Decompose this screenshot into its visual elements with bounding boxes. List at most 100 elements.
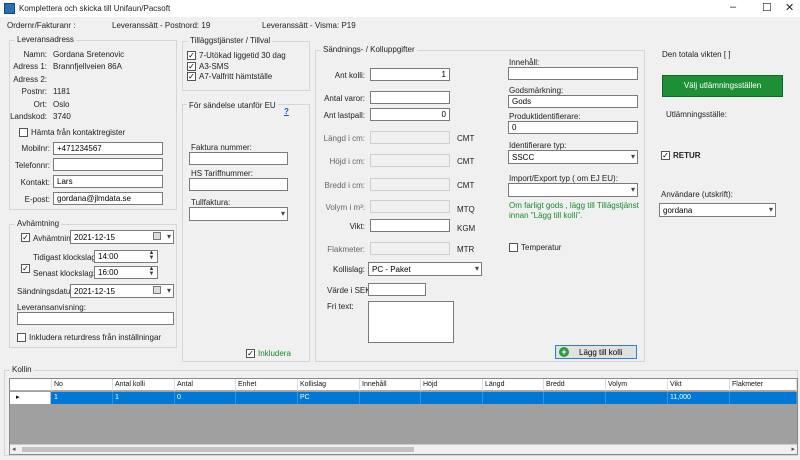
volym-field	[370, 200, 450, 213]
col-header-hojd[interactable]: Höjd	[421, 379, 483, 391]
flakmeter-field	[370, 242, 450, 255]
senast-checkbox[interactable]: ✓	[21, 264, 30, 273]
utlamning-label: Utlämningsställe:	[666, 110, 727, 119]
tullfaktura-select[interactable]: ▾	[189, 207, 288, 221]
minimize-icon[interactable]: –	[730, 1, 736, 13]
table-cell[interactable]	[421, 392, 483, 404]
kollislag-select[interactable]: PC - Paket ▾	[368, 262, 482, 276]
landskod-label: Landskod:	[10, 112, 47, 121]
valj-utlamningsstallen-button[interactable]: Välj utlämningsställen	[662, 75, 783, 97]
adress1-label: Adress 1:	[13, 62, 47, 71]
scrollbar-thumb[interactable]	[22, 447, 414, 452]
godsmarkning-field[interactable]: Gods	[508, 95, 638, 108]
returdress-checkbox[interactable]	[17, 333, 26, 342]
row-selector[interactable]: ▸	[10, 392, 51, 404]
leveransanvisning-field[interactable]	[17, 312, 174, 325]
chevron-down-icon: ▾	[166, 286, 171, 295]
row-header-corner	[10, 379, 52, 391]
ant-lastpall-field[interactable]: 0	[370, 108, 450, 121]
table-cell[interactable]: 11,000	[668, 392, 730, 404]
avhamtning-date-value: 2021-12-15	[74, 233, 115, 242]
col-header-innehall[interactable]: Innehåll	[360, 379, 421, 391]
fritext-field[interactable]	[368, 301, 454, 343]
tidigast-value: 14:00	[98, 252, 119, 261]
col-header-flakmeter[interactable]: Flakmeter	[730, 379, 797, 391]
sandningsdatum-date-picker[interactable]: 2021-12-15 ▾	[70, 284, 174, 298]
table-cell[interactable]	[483, 392, 544, 404]
vikt-unit: KGM	[457, 224, 476, 233]
col-header-enhet[interactable]: Enhet	[236, 379, 298, 391]
col-header-vikt[interactable]: Vikt	[668, 379, 730, 391]
kollislag-value: PC - Paket	[372, 265, 411, 274]
col-header-antal[interactable]: Antal	[175, 379, 236, 391]
senast-field[interactable]: 16:00 ▲ ▼	[94, 266, 158, 279]
maximize-icon[interactable]: ☐	[762, 1, 772, 14]
spinner-icon[interactable]: ▲ ▼	[147, 251, 156, 262]
tillagg-checkbox-2[interactable]: ✓	[187, 62, 196, 71]
lagg-till-kolli-button[interactable]: + Lägg till kolli	[555, 345, 637, 359]
kontakt-field[interactable]: Lars	[53, 175, 163, 188]
antal-varor-field[interactable]	[370, 91, 450, 104]
antal-varor-label: Antal varor:	[324, 94, 365, 103]
col-header-kollislag[interactable]: Kollislag	[298, 379, 360, 391]
hamta-checkbox[interactable]	[19, 128, 28, 137]
inkludera-checkbox[interactable]: ✓	[246, 349, 255, 358]
vikt-field[interactable]	[370, 219, 450, 232]
col-header-bredd[interactable]: Bredd	[544, 379, 606, 391]
horizontal-scrollbar[interactable]: ◂ ▸	[10, 444, 797, 454]
col-header-volym[interactable]: Volym	[606, 379, 668, 391]
avhamtning-checkbox[interactable]: ✓	[21, 233, 30, 242]
telefonnr-field[interactable]	[53, 158, 163, 171]
ant-kolli-field[interactable]: 1	[370, 68, 450, 81]
anvandare-select[interactable]: gordana ▾	[659, 203, 776, 217]
epost-field[interactable]: gordana@jlmdata.se	[53, 192, 163, 205]
inkludera-label: Inkludera	[258, 349, 291, 358]
table-cell[interactable]	[544, 392, 606, 404]
hojd-label: Höjd i cm:	[329, 157, 365, 166]
spinner-icon[interactable]: ▲ ▼	[147, 267, 156, 278]
col-header-no[interactable]: No	[52, 379, 113, 391]
table-cell[interactable]	[730, 392, 797, 404]
table-cell[interactable]: 0	[175, 392, 236, 404]
chevron-down-icon: ▾	[630, 185, 635, 194]
produktid-field[interactable]: 0	[508, 121, 638, 134]
mobilnr-field[interactable]: +471234567	[53, 142, 163, 155]
table-row[interactable]: ▸ 1 1 0 PC 11,000	[10, 392, 797, 404]
innehall-field[interactable]	[508, 67, 638, 80]
hamta-label: Hämta från kontaktregister	[31, 128, 126, 137]
importexport-select[interactable]: ▾	[508, 183, 638, 197]
tillagg-checkbox-1[interactable]: ✓	[187, 51, 196, 60]
retur-checkbox[interactable]: ✓	[661, 151, 670, 160]
vikt-label: Vikt:	[349, 222, 365, 231]
hs-field[interactable]	[189, 178, 288, 191]
table-cell[interactable]: 1	[113, 392, 175, 404]
temperatur-checkbox[interactable]	[509, 243, 518, 252]
table-cell[interactable]	[360, 392, 421, 404]
chevron-down-icon: ▾	[280, 209, 285, 218]
close-icon[interactable]: ✕	[785, 1, 794, 14]
scroll-right-icon[interactable]: ▸	[791, 445, 795, 453]
tillagg-item-3: A7-Valfritt hämtställe	[199, 72, 273, 81]
calendar-icon	[153, 232, 161, 240]
table-cell[interactable]	[236, 392, 298, 404]
tillagg-group-title: Tilläggstjänster / Tillval	[188, 36, 273, 45]
farligt-gods-note: Om farligt gods , lägg till Tillägstjäns…	[509, 201, 639, 220]
address-group-title: Leveransadress	[15, 35, 76, 44]
tidigast-field[interactable]: 14:00 ▲ ▼	[94, 250, 158, 263]
varde-field[interactable]	[368, 283, 426, 296]
table-cell[interactable]: 1	[52, 392, 113, 404]
faktura-field[interactable]	[189, 152, 288, 165]
identifierare-select[interactable]: SSCC ▾	[508, 150, 638, 164]
tillagg-checkbox-3[interactable]: ✓	[187, 72, 196, 81]
table-cell[interactable]: PC	[298, 392, 360, 404]
retur-label: RETUR	[673, 151, 701, 160]
table-cell[interactable]	[606, 392, 668, 404]
col-header-antal-kolli[interactable]: Antal kolli	[113, 379, 175, 391]
ort-value: Oslo	[53, 100, 70, 109]
kolli-table[interactable]: No Antal kolli Antal Enhet Kollislag Inn…	[9, 378, 798, 455]
col-header-langd[interactable]: Längd	[483, 379, 544, 391]
identifierare-value: SSCC	[512, 153, 535, 162]
help-link[interactable]: ?	[284, 107, 289, 116]
scroll-left-icon[interactable]: ◂	[12, 445, 16, 453]
avhamtning-date-picker[interactable]: 2021-12-15 ▾	[70, 230, 174, 244]
